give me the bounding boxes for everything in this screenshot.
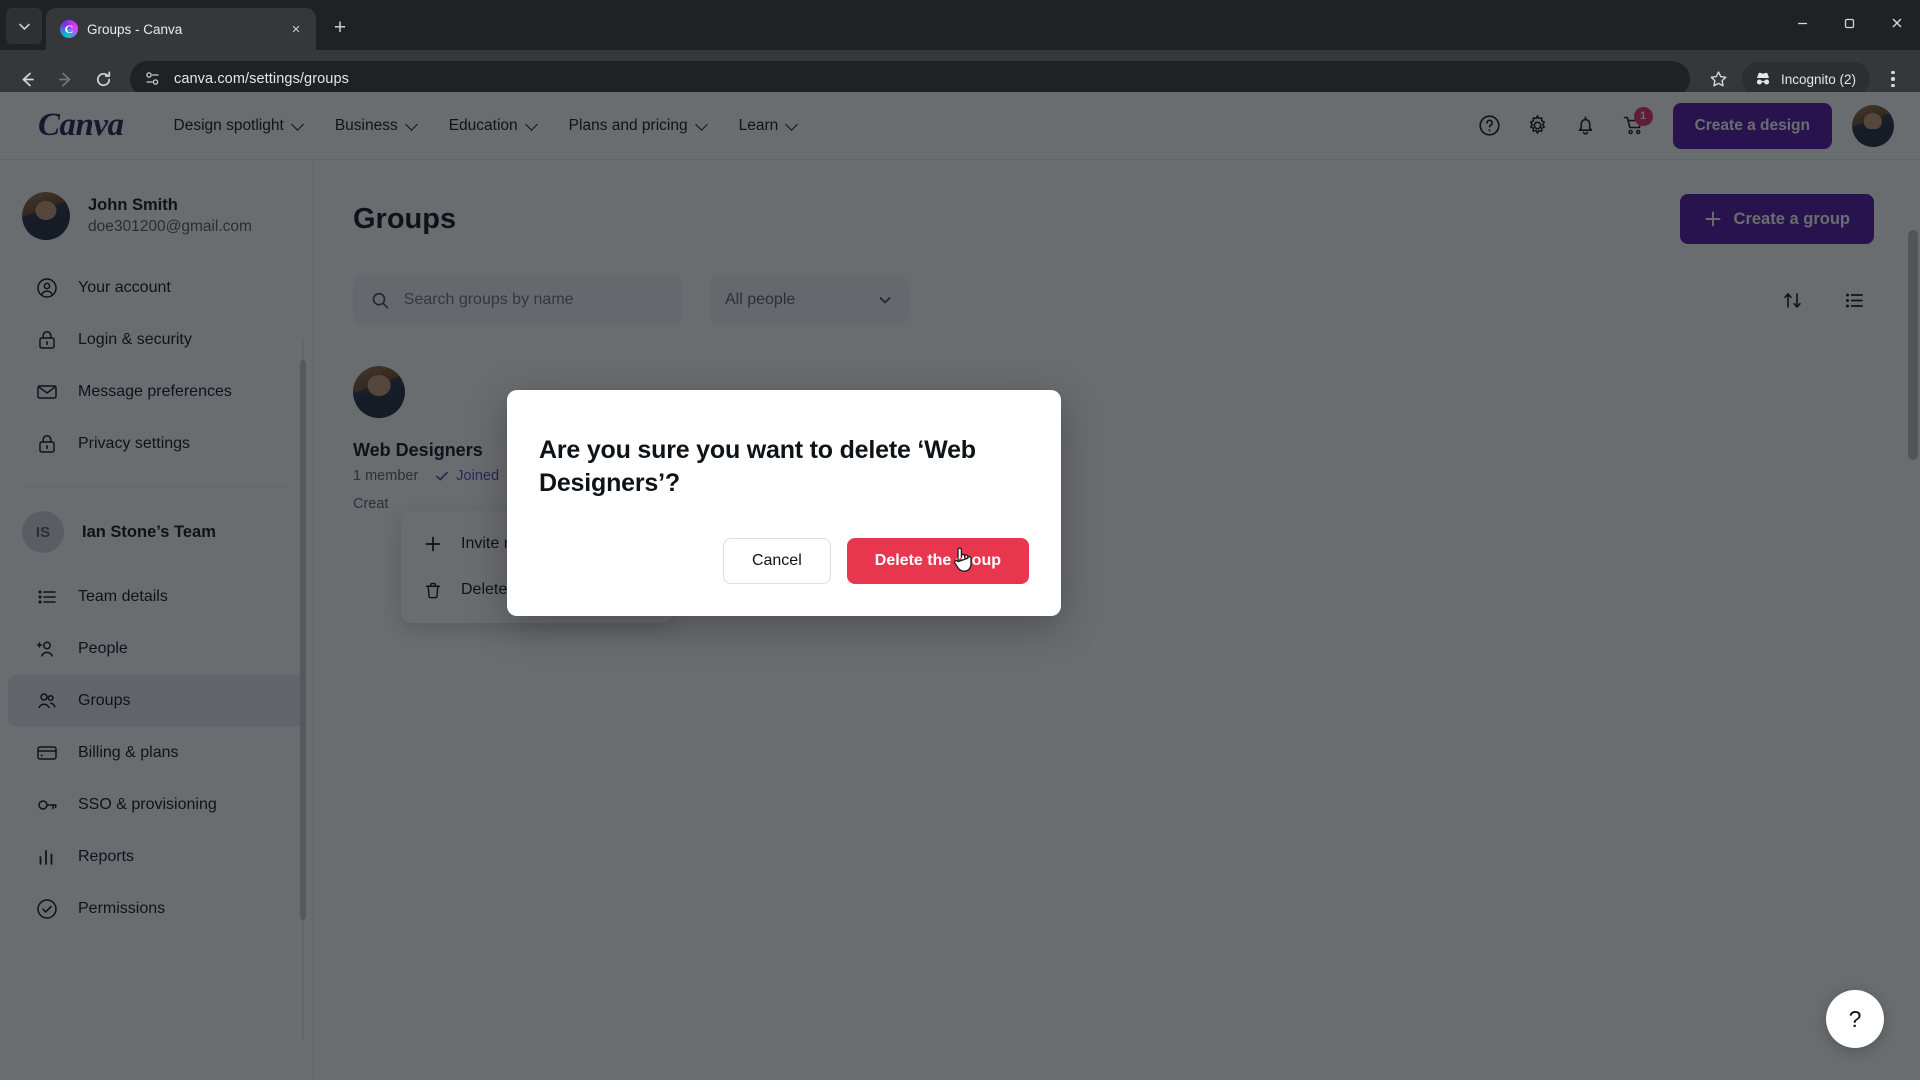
new-tab-button[interactable]: +: [324, 12, 356, 44]
incognito-label: Incognito (2): [1780, 71, 1856, 87]
bookmark-star-icon[interactable]: [1702, 62, 1736, 96]
forward-icon[interactable]: [48, 62, 82, 96]
delete-the-group-button[interactable]: Delete the group: [846, 538, 1029, 584]
cancel-button[interactable]: Cancel: [722, 538, 831, 584]
incognito-indicator[interactable]: Incognito (2): [1741, 62, 1870, 96]
delete-group-confirm-dialog: Are you sure you want to delete ‘Web Des…: [507, 390, 1061, 616]
help-fab-button[interactable]: ?: [1826, 990, 1884, 1048]
back-icon[interactable]: [10, 62, 44, 96]
hand-pointer-cursor: [953, 547, 972, 572]
page-viewport: Canva Design spotlight Business Educatio…: [0, 92, 1920, 1080]
dialog-title: Are you sure you want to delete ‘Web Des…: [539, 436, 976, 497]
browser-window: C Groups - Canva × + canva.com/settings/…: [0, 0, 1920, 1080]
tab-search-icon[interactable]: [6, 8, 42, 44]
window-controls: [1779, 0, 1920, 46]
close-window-icon[interactable]: [1873, 0, 1920, 46]
url-text: canva.com/settings/groups: [174, 71, 349, 87]
site-settings-icon: [146, 72, 159, 85]
browser-tab-strip: C Groups - Canva × +: [0, 0, 1920, 50]
dialog-actions: Cancel Delete the group: [539, 538, 1029, 584]
browser-tab[interactable]: C Groups - Canva ×: [46, 8, 316, 50]
close-icon[interactable]: ×: [286, 19, 306, 39]
canva-favicon: C: [60, 20, 78, 38]
delete-button-label: Delete the group: [874, 552, 1001, 569]
minimize-icon[interactable]: [1779, 0, 1826, 46]
reload-icon[interactable]: [86, 62, 120, 96]
maximize-icon[interactable]: [1826, 0, 1873, 46]
canva-settings-page: Canva Design spotlight Business Educatio…: [0, 92, 1920, 1080]
incognito-icon: [1756, 72, 1770, 85]
tab-title: Groups - Canva: [87, 21, 183, 37]
